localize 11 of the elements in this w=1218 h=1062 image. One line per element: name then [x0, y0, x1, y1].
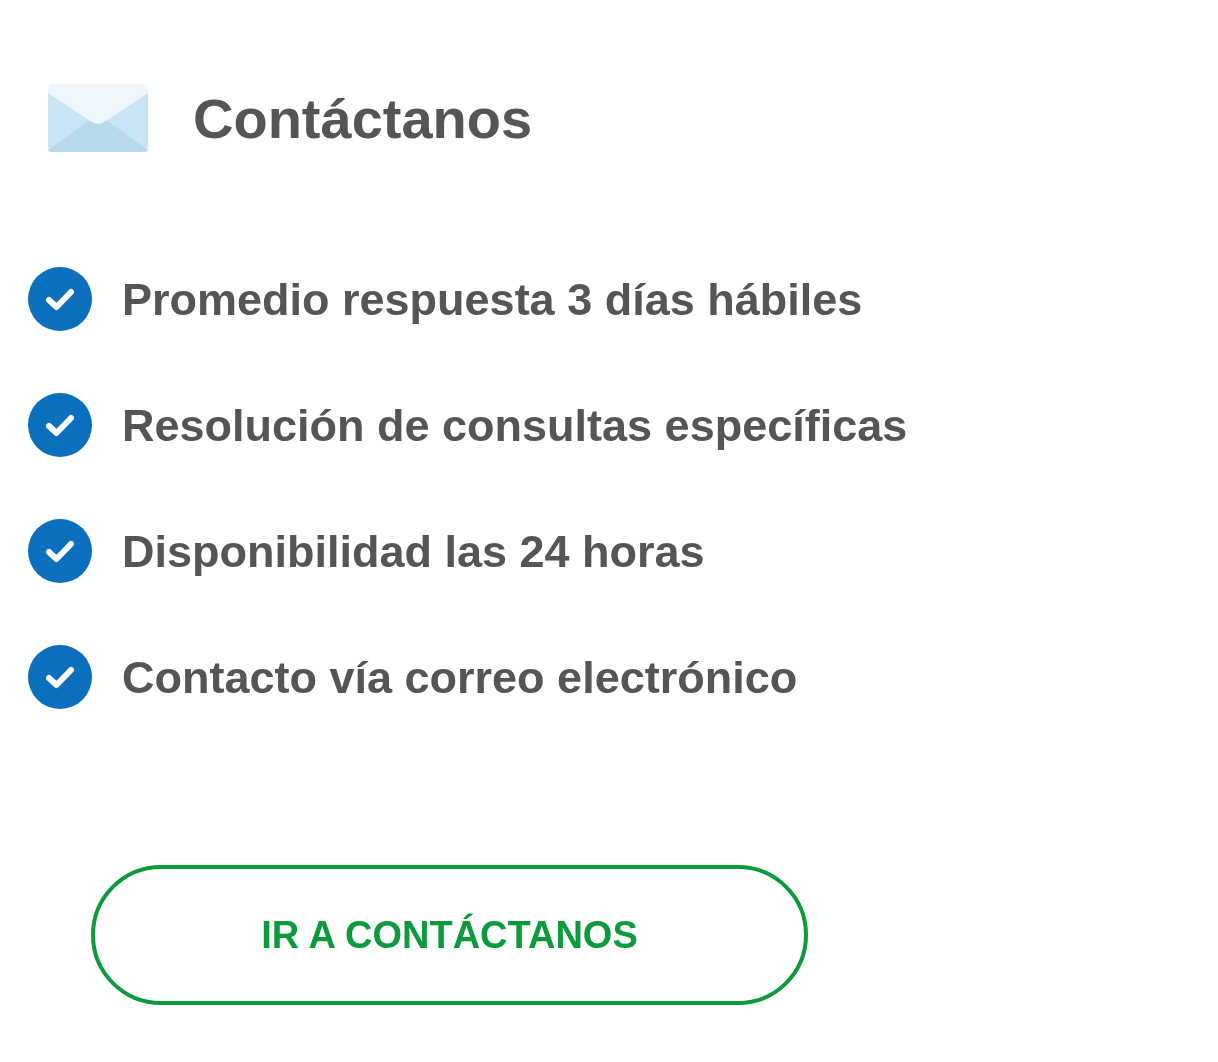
checkmark-icon [28, 393, 92, 457]
contact-button[interactable]: IR A CONTÁCTANOS [91, 865, 808, 1005]
envelope-icon [48, 84, 148, 152]
feature-text: Promedio respuesta 3 días hábiles [122, 276, 863, 322]
checkmark-icon [28, 519, 92, 583]
feature-text: Contacto vía correo electrónico [122, 654, 798, 700]
feature-text: Disponibilidad las 24 horas [122, 528, 705, 574]
checkmark-icon [28, 267, 92, 331]
section-title: Contáctanos [193, 89, 533, 147]
checkmark-icon [28, 645, 92, 709]
feature-text: Resolución de consultas específicas [122, 402, 908, 448]
